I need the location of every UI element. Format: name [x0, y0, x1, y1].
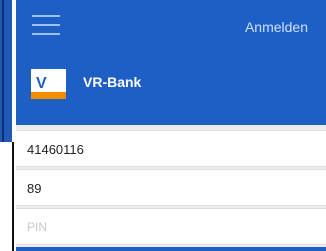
adjacent-inner-line: [2, 0, 4, 142]
adjacent-screen-edge: [0, 0, 16, 251]
bank-header: V VR-Bank: [16, 48, 326, 125]
app-screen: Anmelden V VR-Bank 41460116 89: [16, 0, 326, 251]
pin-input[interactable]: [27, 220, 277, 234]
pin-field[interactable]: [16, 208, 326, 245]
bank-name: VR-Bank: [83, 74, 142, 90]
top-bar: Anmelden: [16, 0, 326, 48]
bottom-edge: [16, 247, 326, 251]
login-button[interactable]: Anmelden: [245, 19, 308, 35]
logo-orange-bar: [31, 92, 66, 99]
menu-line-top: [32, 15, 60, 17]
account-suffix-field[interactable]: 89: [16, 169, 326, 206]
adjacent-dark-frame: [0, 142, 14, 251]
hamburger-menu-icon[interactable]: [32, 15, 60, 35]
bank-code-field[interactable]: 41460116: [16, 130, 326, 167]
vr-bank-logo-icon: V: [31, 69, 66, 99]
bank-code-value: 41460116: [27, 142, 84, 157]
account-suffix-value: 89: [27, 181, 42, 196]
menu-line-middle: [32, 24, 60, 26]
menu-line-bottom: [32, 33, 60, 35]
logo-mark: V: [36, 75, 47, 92]
